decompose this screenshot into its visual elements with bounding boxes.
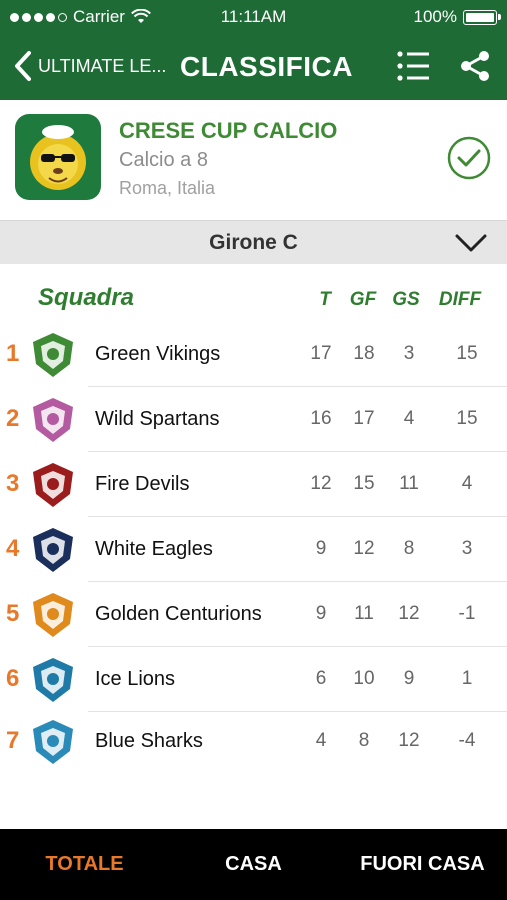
tournament-name: CRESE CUP CALCIO [119, 118, 338, 143]
stat-diff: 4 [461, 472, 473, 494]
nav-bar: ULTIMATE LE... CLASSIFICA [0, 34, 507, 100]
eagle-crest [33, 527, 73, 572]
centurion-crest [33, 592, 73, 637]
stat-t: 16 [310, 407, 332, 429]
stat-gf: 15 [353, 472, 375, 494]
team-name: Green Vikings [95, 342, 221, 365]
share-icon[interactable] [459, 50, 491, 82]
team-name: Ice Lions [95, 667, 176, 690]
tournament-type: Calcio a 8 [119, 149, 208, 171]
stat-gf: 18 [353, 342, 375, 364]
back-label: ULTIMATE LE... [38, 55, 167, 76]
team-name: Fire Devils [95, 472, 190, 495]
tab-casa[interactable]: CASA [169, 829, 338, 900]
back-button[interactable]: ULTIMATE LE... [14, 50, 166, 82]
stat-diff: 1 [461, 667, 473, 689]
page-title: CLASSIFICA [180, 51, 353, 82]
stat-gs: 12 [398, 602, 420, 624]
table-row[interactable]: 3 Fire Devils 12 15 11 4 [0, 452, 507, 517]
stat-gs: 11 [399, 472, 419, 494]
table-row[interactable]: 4 White Eagles 9 12 8 3 [0, 517, 507, 582]
lion-mascot-logo [15, 114, 101, 200]
team-rank: 4 [6, 534, 20, 562]
header-t: T [319, 289, 331, 310]
stat-gs: 8 [403, 537, 415, 559]
header-diff: DIFF [438, 289, 482, 310]
header-team: Squadra [38, 284, 135, 311]
stat-diff: -1 [458, 602, 476, 624]
stat-t: 9 [315, 602, 327, 624]
top-bar: Carrier 11:11AM 100% ULTIMATE LE... CLAS… [0, 0, 507, 100]
stat-diff: 15 [456, 407, 478, 429]
team-name: Blue Sharks [95, 730, 203, 752]
team-rank: 2 [6, 404, 20, 432]
check-circle-icon[interactable] [447, 136, 491, 180]
shark-crest [33, 720, 73, 764]
table-row[interactable]: 5 Golden Centurions 9 11 12 -1 [0, 582, 507, 647]
stat-gs: 4 [403, 407, 415, 429]
stat-gs: 9 [403, 667, 415, 689]
tab-totale[interactable]: TOTALE [0, 829, 169, 900]
viking-crest [33, 332, 73, 377]
group-selector[interactable]: Girone C [0, 221, 507, 264]
group-label: Girone C [209, 231, 298, 254]
team-name: Wild Spartans [95, 407, 220, 430]
team-name: White Eagles [95, 537, 213, 560]
battery-icon [463, 9, 501, 25]
stat-t: 9 [315, 537, 327, 559]
bottom-tab-bar: TOTALE CASA FUORI CASA [0, 829, 507, 900]
team-name: Golden Centurions [95, 602, 262, 625]
stat-gf: 11 [354, 602, 374, 624]
team-rank: 5 [6, 599, 20, 627]
stat-t: 4 [315, 730, 327, 751]
header-gs: GS [392, 289, 420, 310]
stat-gf: 17 [353, 407, 375, 429]
header-gf: GF [349, 289, 377, 310]
tournament-location: Roma, Italia [119, 178, 216, 198]
list-icon[interactable] [397, 50, 431, 82]
stat-t: 6 [315, 667, 327, 689]
stat-diff: 15 [456, 342, 478, 364]
table-row[interactable]: 1 Green Vikings 17 18 3 15 [0, 322, 507, 387]
chevron-left-icon [15, 51, 31, 81]
battery-percent: 100% [413, 7, 457, 26]
stat-t: 17 [310, 342, 332, 364]
devil-crest [33, 462, 73, 507]
table-header: Squadra T GF GS DIFF [0, 282, 507, 318]
stat-gs: 3 [403, 342, 415, 364]
chevron-down-icon [455, 234, 487, 252]
tab-fuori-casa[interactable]: FUORI CASA [338, 829, 507, 900]
stat-gf: 12 [353, 537, 375, 559]
spartan-crest [33, 397, 73, 442]
stat-gf: 10 [353, 667, 375, 689]
table-row[interactable]: 7 Blue Sharks 4 8 12 -4 [0, 712, 507, 772]
table-row[interactable]: 2 Wild Spartans 16 17 4 15 [0, 387, 507, 452]
team-rank: 3 [6, 469, 20, 497]
status-bar: Carrier 11:11AM 100% [0, 0, 507, 34]
lion-crest [33, 657, 73, 702]
tournament-header[interactable]: CRESE CUP CALCIO Calcio a 8 Roma, Italia [0, 100, 507, 221]
stat-t: 12 [310, 472, 332, 494]
team-rank: 7 [6, 727, 20, 754]
stat-gs: 12 [398, 730, 420, 751]
stat-diff: -4 [458, 730, 476, 751]
team-rank: 6 [6, 664, 20, 692]
table-row[interactable]: 6 Ice Lions 6 10 9 1 [0, 647, 507, 712]
team-rank: 1 [6, 339, 20, 367]
stat-diff: 3 [461, 537, 473, 559]
stat-gf: 8 [358, 730, 370, 751]
